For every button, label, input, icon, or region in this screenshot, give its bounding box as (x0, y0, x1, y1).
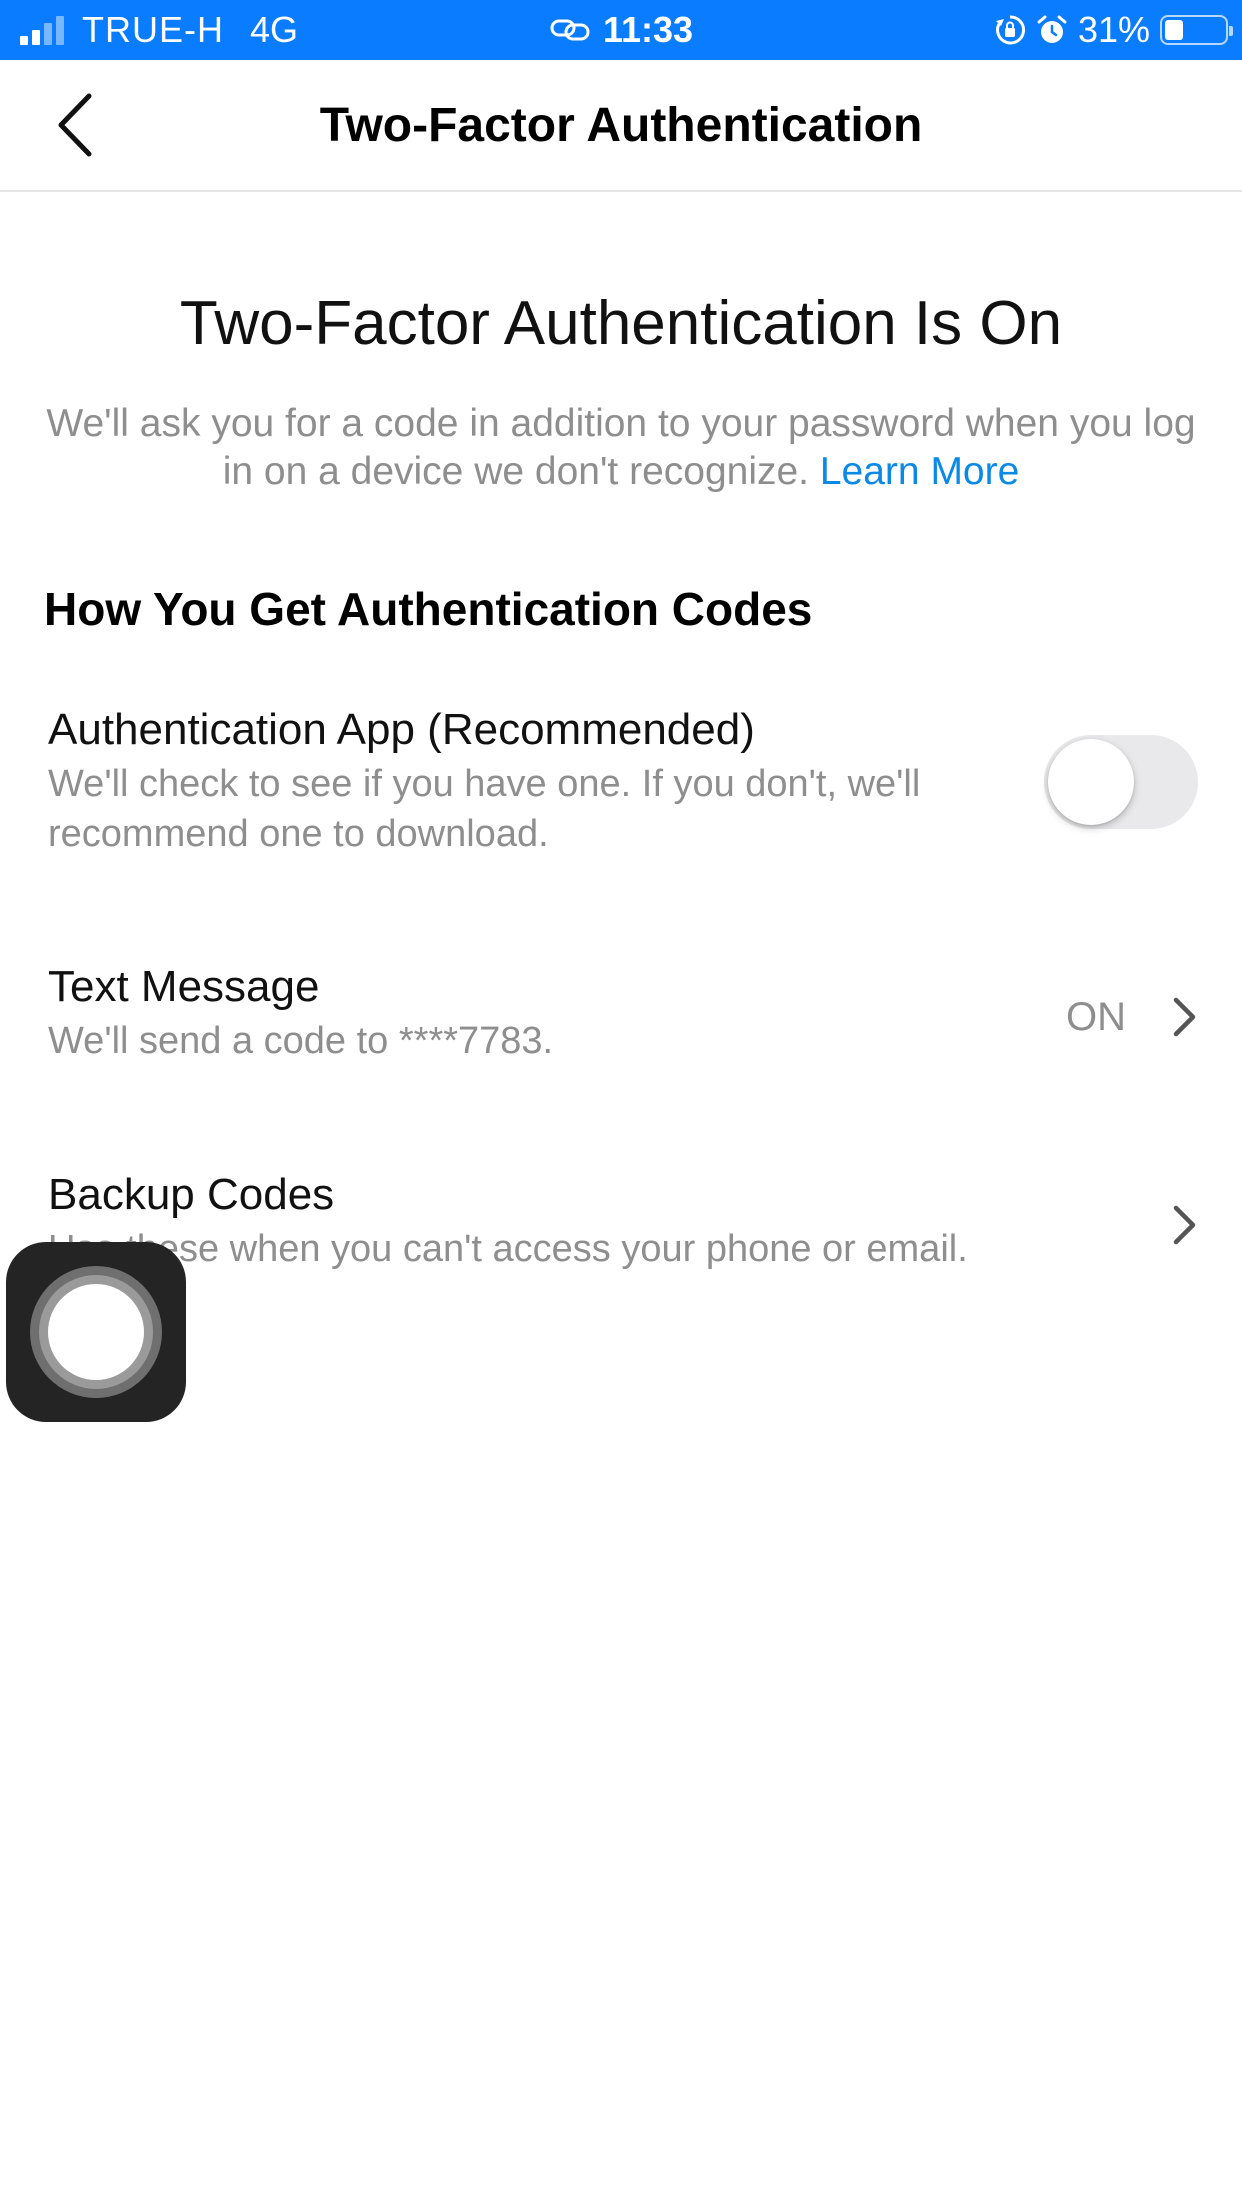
text-message-title: Text Message (48, 962, 320, 1011)
alarm-icon (1036, 14, 1068, 46)
backup-codes-subtitle: Use these when you can't access your pho… (48, 1228, 968, 1270)
assistive-touch-icon (30, 1266, 162, 1398)
status-time: 11:33 (602, 9, 694, 50)
battery-percent: 31% (1077, 9, 1150, 50)
hero-title: Two-Factor Authentication Is On (179, 289, 1063, 358)
auth-app-toggle[interactable] (1044, 735, 1198, 829)
text-message-row[interactable]: Text Message We'll send a code to ****77… (48, 962, 1198, 1066)
orientation-lock-icon (994, 14, 1026, 46)
text-message-status: ON (1066, 994, 1126, 1039)
text-message-right: ON (1066, 962, 1198, 1072)
backup-codes-title: Backup Codes (48, 1170, 335, 1219)
assistive-touch-core (48, 1284, 144, 1380)
page-title: Two-Factor Authentication (319, 98, 923, 152)
hero-description-text: We'll ask you for a code in addition to … (46, 402, 1196, 493)
section-heading: How You Get Authentication Codes (44, 583, 813, 635)
toggle-knob (1048, 739, 1134, 825)
battery-fill (1165, 20, 1183, 40)
battery-icon (1160, 15, 1233, 45)
auth-app-subtitle: We'll check to see if you have one. If y… (48, 763, 921, 855)
chevron-right-icon (1172, 996, 1198, 1038)
assistive-touch-button[interactable] (6, 1242, 186, 1422)
backup-codes-right (1172, 1170, 1198, 1280)
auth-app-text: Authentication App (Recommended) We'll c… (48, 705, 988, 859)
assistive-touch-ring (39, 1275, 153, 1389)
chevron-right-icon (1172, 1204, 1198, 1246)
learn-more-link[interactable]: Learn More (820, 450, 1019, 493)
auth-app-title: Authentication App (Recommended) (48, 705, 755, 754)
status-right: 31% (994, 0, 1233, 60)
status-bar: TRUE-H 4G 11:33 31% (0, 0, 1242, 60)
text-message-subtitle: We'll send a code to ****7783. (48, 1020, 554, 1062)
link-icon (549, 17, 591, 43)
hero-description: We'll ask you for a code in addition to … (40, 400, 1202, 496)
nav-bar: Two-Factor Authentication (0, 60, 1242, 192)
auth-app-row: Authentication App (Recommended) We'll c… (48, 705, 1198, 859)
backup-codes-row[interactable]: Backup Codes Use these when you can't ac… (48, 1170, 1198, 1274)
